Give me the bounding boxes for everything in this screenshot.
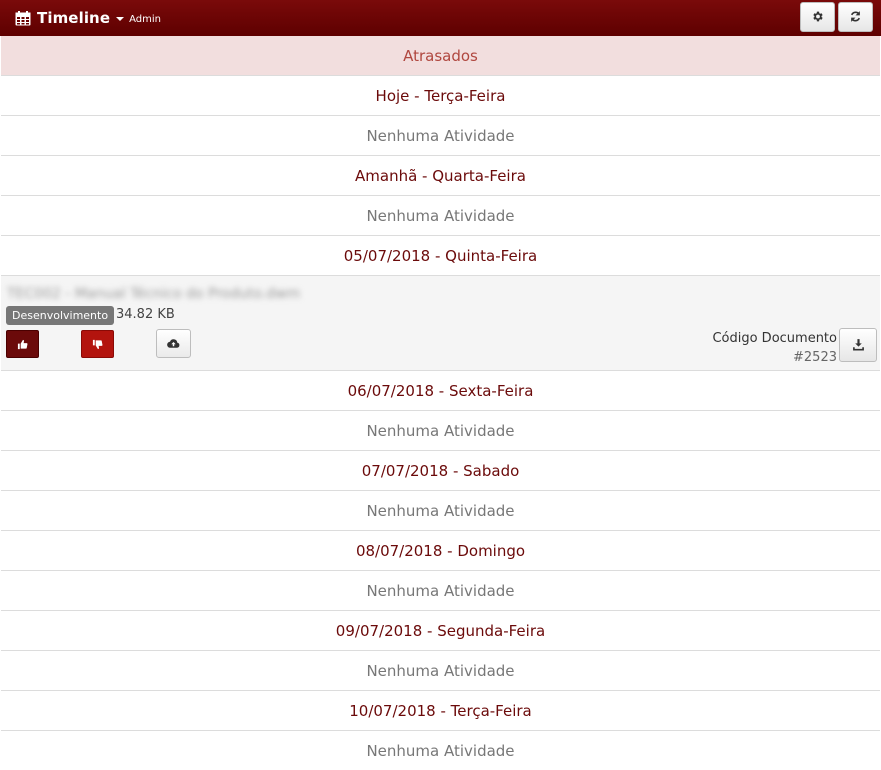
refresh-icon [849, 8, 862, 27]
download-button[interactable] [839, 328, 877, 362]
timeline-list: Atrasados Hoje - Terça-Feira Nenhuma Ati… [1, 36, 880, 770]
current-user: Admin [129, 14, 161, 25]
date-header: 06/07/2018 - Sexta-Feira [1, 371, 880, 411]
no-activity-label: Nenhuma Atividade [1, 731, 880, 770]
calendar-icon [15, 10, 31, 26]
chevron-down-icon [116, 17, 125, 21]
no-activity-label: Nenhuma Atividade [1, 196, 880, 236]
settings-button[interactable] [800, 2, 835, 32]
no-activity-label: Nenhuma Atividade [1, 411, 880, 451]
date-header: 09/07/2018 - Segunda-Feira [1, 611, 880, 651]
download-icon [852, 336, 865, 355]
file-size: 34.82 KB [116, 307, 175, 322]
timeline-menu[interactable]: Timeline Admin [15, 9, 161, 27]
like-button[interactable] [6, 330, 39, 358]
date-header: 10/07/2018 - Terça-Feira [1, 691, 880, 731]
overdue-header[interactable]: Atrasados [1, 36, 880, 76]
date-header: 05/07/2018 - Quinta-Feira [1, 236, 880, 276]
thumbs-down-icon [92, 335, 103, 354]
document-code-label: Código Documento [712, 331, 837, 346]
date-header: 07/07/2018 - Sabado [1, 451, 880, 491]
no-activity-label: Nenhuma Atividade [1, 116, 880, 156]
no-activity-label: Nenhuma Atividade [1, 491, 880, 531]
status-badge: Desenvolvimento [6, 306, 115, 325]
top-bar: Timeline Admin [0, 0, 881, 36]
dislike-button[interactable] [81, 330, 114, 358]
document-code: #2523 [793, 350, 837, 365]
activity-item: TEC002 - Manual Técnico do Produto.dwm D… [1, 276, 880, 371]
date-header: Hoje - Terça-Feira [1, 76, 880, 116]
no-activity-label: Nenhuma Atividade [1, 651, 880, 691]
date-header: 08/07/2018 - Domingo [1, 531, 880, 571]
app-title: Timeline [37, 9, 111, 27]
activity-title[interactable]: TEC002 - Manual Técnico do Produto.dwm [7, 286, 300, 302]
no-activity-label: Nenhuma Atividade [1, 571, 880, 611]
thumbs-up-icon [17, 335, 28, 354]
cloud-upload-icon [167, 334, 180, 353]
gear-icon [811, 8, 824, 27]
date-header: Amanhã - Quarta-Feira [1, 156, 880, 196]
upload-button[interactable] [156, 329, 191, 358]
refresh-button[interactable] [838, 2, 873, 32]
